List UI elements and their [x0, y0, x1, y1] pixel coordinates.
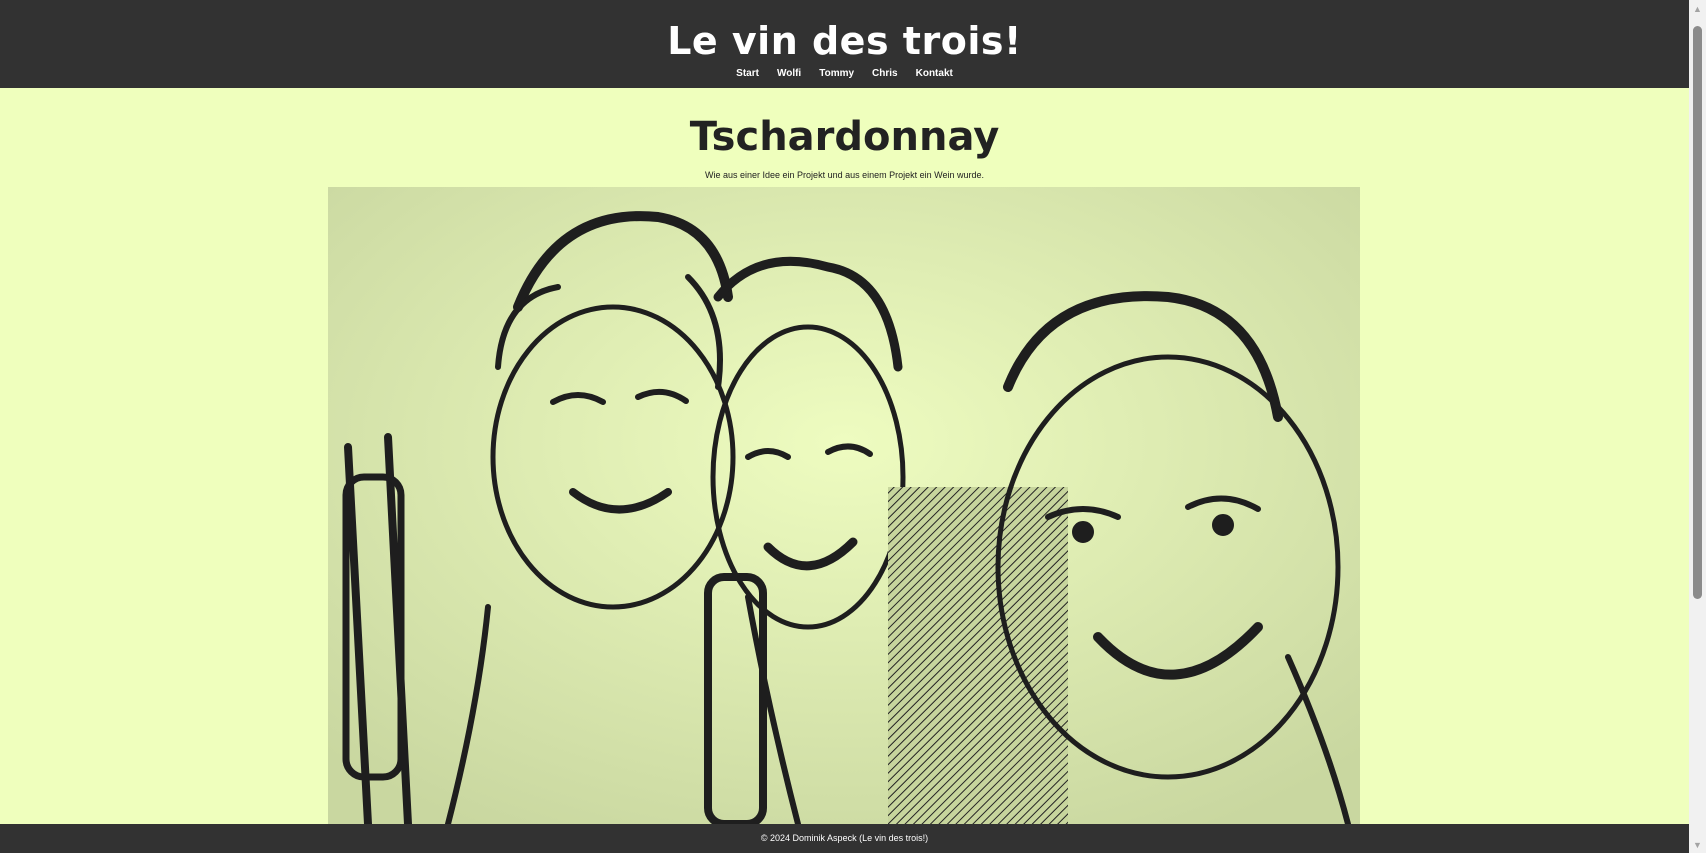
scrollbar-thumb[interactable]	[1693, 26, 1702, 599]
vertical-scrollbar[interactable]: ▲ ▼	[1689, 0, 1706, 853]
nav-item-start[interactable]: Start	[727, 68, 768, 79]
triangle-down-icon[interactable]: ▼	[1689, 836, 1706, 853]
nav-item-chris[interactable]: Chris	[863, 68, 907, 79]
main-nav: Start Wolfi Tommy Chris Kontakt	[0, 68, 1689, 79]
nav-item-tommy[interactable]: Tommy	[810, 68, 863, 79]
main-content: Tschardonnay Wie aus einer Idee ein Proj…	[0, 88, 1689, 824]
page-heading: Tschardonnay	[689, 114, 1000, 160]
sketch-illustration	[328, 187, 1360, 824]
page: Le vin des trois! Start Wolfi Tommy Chri…	[0, 0, 1706, 853]
nav-item-kontakt[interactable]: Kontakt	[907, 68, 962, 79]
nav-item-wolfi[interactable]: Wolfi	[768, 68, 810, 79]
site-title: Le vin des trois!	[667, 19, 1022, 63]
hero-photo	[328, 187, 1360, 824]
footer-copyright: © 2024 Dominik Aspeck (Le vin des trois!…	[760, 833, 929, 843]
site-header: Le vin des trois! Start Wolfi Tommy Chri…	[0, 0, 1689, 88]
site-footer: © 2024 Dominik Aspeck (Le vin des trois!…	[0, 824, 1689, 853]
triangle-up-icon[interactable]: ▲	[1689, 0, 1706, 17]
page-subtitle: Wie aus einer Idee ein Projekt und aus e…	[705, 170, 984, 180]
